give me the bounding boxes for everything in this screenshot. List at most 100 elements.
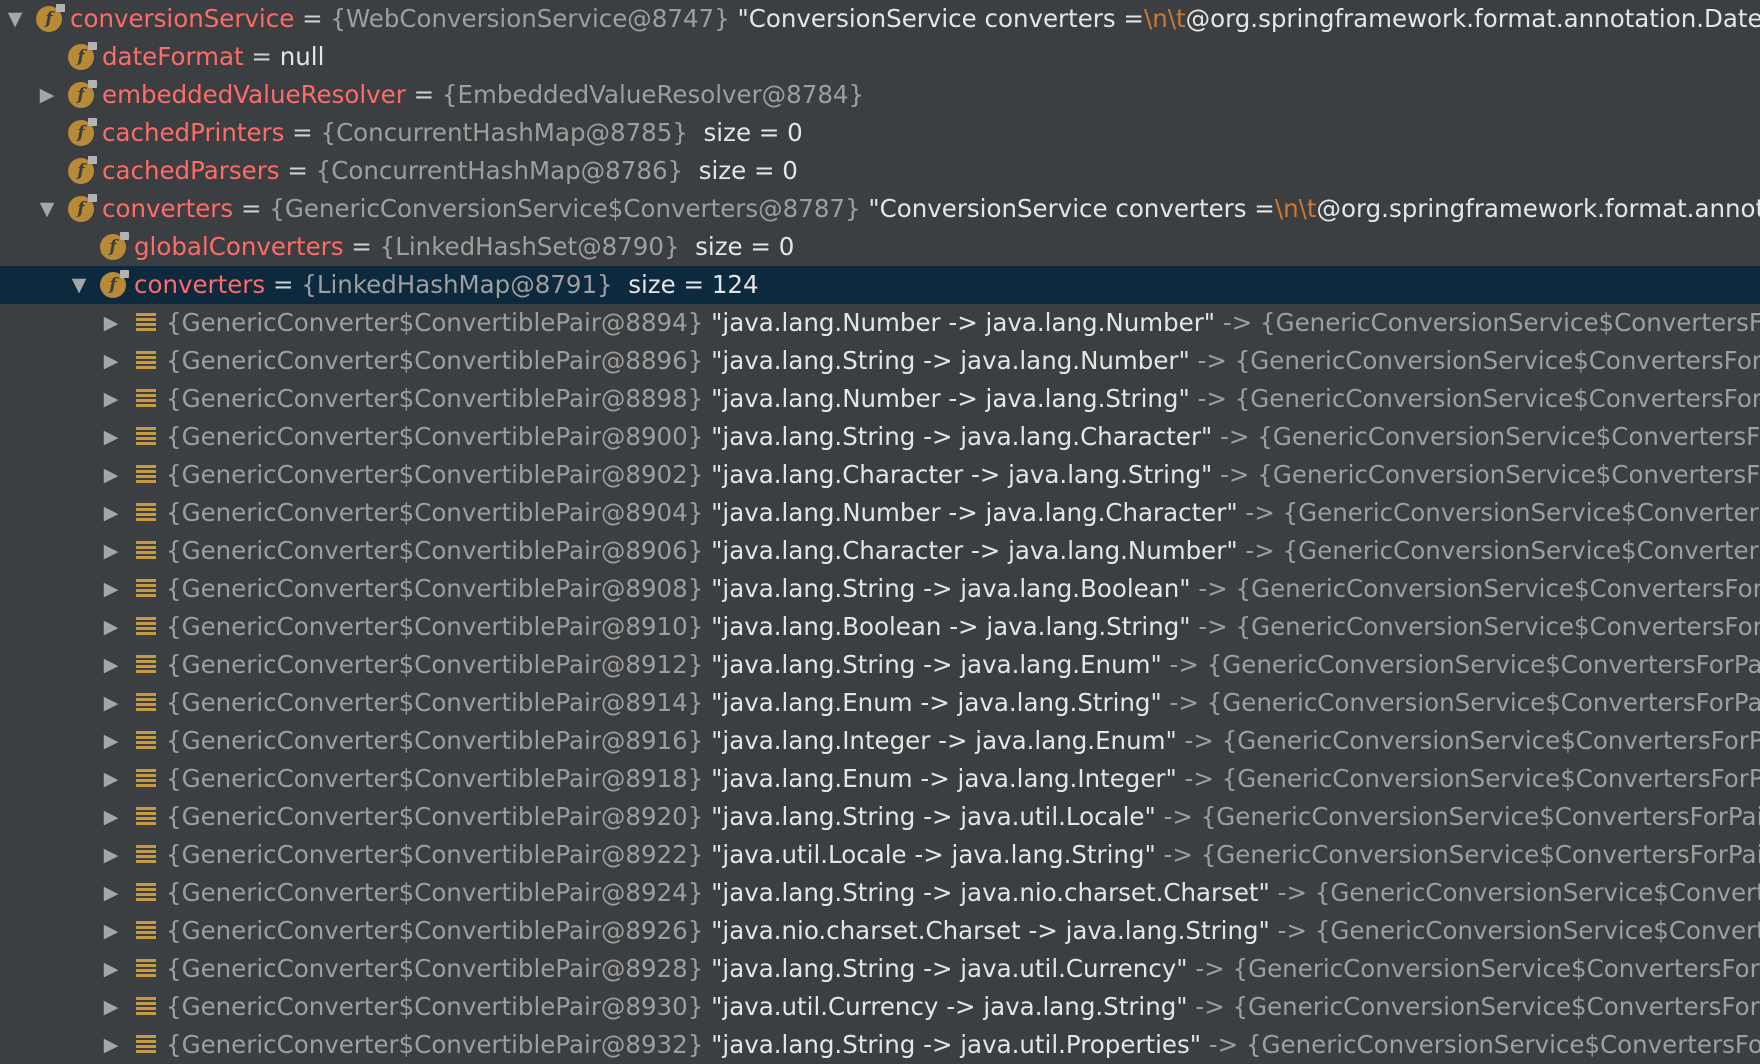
variable-type: {ConcurrentHashMap@8785} (320, 118, 688, 147)
map-entry-row[interactable]: ▶ {GenericConverter$ConvertiblePair@8898… (0, 380, 1760, 418)
entry-key-string: "java.lang.Character -> java.lang.String… (703, 460, 1213, 489)
collapsed-caret-icon[interactable]: ▶ (98, 646, 124, 684)
collapsed-caret-icon[interactable]: ▶ (98, 1026, 124, 1064)
tree-row-cached-parsers[interactable]: f cachedParsers = {ConcurrentHashMap@878… (0, 152, 1760, 190)
field-icon: f (100, 232, 129, 260)
map-entry-row[interactable]: ▶ {GenericConverter$ConvertiblePair@8926… (0, 912, 1760, 950)
variable-text: globalConverters = {LinkedHashSet@8790} … (134, 228, 794, 266)
field-icon: f (68, 156, 97, 184)
map-entry-row[interactable]: ▶ {GenericConverter$ConvertiblePair@8916… (0, 722, 1760, 760)
collapsed-caret-icon[interactable]: ▶ (98, 760, 124, 798)
map-entry-icon (136, 617, 156, 637)
entry-key-string: "java.lang.String -> java.util.Locale" (703, 802, 1156, 831)
collapsed-caret-icon[interactable]: ▶ (98, 418, 124, 456)
map-entry-row[interactable]: ▶ {GenericConverter$ConvertiblePair@8922… (0, 836, 1760, 874)
entry-key-type: {GenericConverter$ConvertiblePair@8922} (166, 840, 704, 869)
entry-value-type: {GenericConversionService$ConvertersForP… (1235, 574, 1760, 603)
tree-row-date-format[interactable]: f dateFormat = null (0, 38, 1760, 76)
entry-key-string: "java.lang.String -> java.lang.Number" (703, 346, 1190, 375)
collapsed-caret-icon[interactable]: ▶ (98, 684, 124, 722)
map-entry-row[interactable]: ▶ {GenericConverter$ConvertiblePair@8900… (0, 418, 1760, 456)
entry-text: {GenericConverter$ConvertiblePair@8922} … (166, 836, 1760, 874)
entry-value-type: {GenericConversionService$ConvertersForP… (1245, 1030, 1760, 1059)
map-entry-row[interactable]: ▶ {GenericConverter$ConvertiblePair@8908… (0, 570, 1760, 608)
map-entry-row[interactable]: ▶ {GenericConverter$ConvertiblePair@8910… (0, 608, 1760, 646)
collapsed-caret-icon[interactable]: ▶ (98, 874, 124, 912)
map-entry-row[interactable]: ▶ {GenericConverter$ConvertiblePair@8914… (0, 684, 1760, 722)
collapsed-caret-icon[interactable]: ▶ (98, 912, 124, 950)
entry-arrow: -> (1190, 612, 1236, 641)
map-entry-row[interactable]: ▶ {GenericConverter$ConvertiblePair@8924… (0, 874, 1760, 912)
collapsed-caret-icon[interactable]: ▶ (98, 380, 124, 418)
tree-row-embedded-value-resolver[interactable]: ▶ f embeddedValueResolver = {EmbeddedVal… (0, 76, 1760, 114)
variable-text: embeddedValueResolver = {EmbeddedValueRe… (102, 76, 864, 114)
entry-arrow: -> (1155, 840, 1201, 869)
expanded-caret-icon[interactable]: ▼ (34, 190, 60, 228)
tree-row-global-converters[interactable]: f globalConverters = {LinkedHashSet@8790… (0, 228, 1760, 266)
entry-key-type: {GenericConverter$ConvertiblePair@8900} (166, 422, 704, 451)
map-entry-row[interactable]: ▶ {GenericConverter$ConvertiblePair@8918… (0, 760, 1760, 798)
collapsed-caret-icon[interactable]: ▶ (34, 76, 60, 114)
field-icon: f (100, 270, 129, 298)
collapsed-caret-icon[interactable]: ▶ (98, 304, 124, 342)
collapsed-caret-icon[interactable]: ▶ (98, 494, 124, 532)
entry-key-type: {GenericConverter$ConvertiblePair@8896} (166, 346, 704, 375)
tree-row-cached-printers[interactable]: f cachedPrinters = {ConcurrentHashMap@87… (0, 114, 1760, 152)
entry-text: {GenericConverter$ConvertiblePair@8932} … (166, 1026, 1760, 1064)
entry-arrow: -> (1237, 498, 1283, 527)
collapsed-caret-icon[interactable]: ▶ (98, 608, 124, 646)
variable-text: dateFormat = null (102, 38, 324, 76)
entry-value-type: {GenericConversionService$ConvertersForP… (1260, 308, 1760, 337)
entry-key-string: "java.lang.String -> java.lang.Character… (703, 422, 1213, 451)
variable-type: {EmbeddedValueResolver@8784} (441, 80, 865, 109)
map-entry-icon (136, 541, 156, 561)
entry-key-type: {GenericConverter$ConvertiblePair@8918} (166, 764, 704, 793)
map-entry-row[interactable]: ▶ {GenericConverter$ConvertiblePair@8920… (0, 798, 1760, 836)
map-entry-row[interactable]: ▶ {GenericConverter$ConvertiblePair@8902… (0, 456, 1760, 494)
collapsed-caret-icon[interactable]: ▶ (98, 988, 124, 1026)
collapsed-caret-icon[interactable]: ▶ (98, 836, 124, 874)
entry-arrow: -> (1269, 878, 1315, 907)
string-value: "ConversionService converters = (729, 4, 1144, 33)
collapsed-caret-icon[interactable]: ▶ (98, 570, 124, 608)
entry-arrow: -> (1161, 688, 1207, 717)
entry-value-type: {GenericConversionService$ConvertersForP… (1235, 612, 1760, 641)
entry-key-type: {GenericConverter$ConvertiblePair@8910} (166, 612, 704, 641)
map-entry-row[interactable]: ▶ {GenericConverter$ConvertiblePair@8896… (0, 342, 1760, 380)
map-entry-icon (136, 807, 156, 827)
entry-value-type: {GenericConversionService$ConvertersForP… (1221, 726, 1760, 755)
collapsed-caret-icon[interactable]: ▶ (98, 950, 124, 988)
collection-size: size = 0 (687, 118, 803, 147)
collapsed-caret-icon[interactable]: ▶ (98, 342, 124, 380)
map-entry-row[interactable]: ▶ {GenericConverter$ConvertiblePair@8912… (0, 646, 1760, 684)
collapsed-caret-icon[interactable]: ▶ (98, 456, 124, 494)
entry-value-type: {GenericConversionService$ConvertersForP… (1206, 688, 1760, 717)
map-entry-row[interactable]: ▶ {GenericConverter$ConvertiblePair@8932… (0, 1026, 1760, 1064)
tree-row-converters-outer[interactable]: ▼ f converters = {GenericConversionServi… (0, 190, 1760, 228)
map-entry-row[interactable]: ▶ {GenericConverter$ConvertiblePair@8930… (0, 988, 1760, 1026)
map-entry-icon (136, 997, 156, 1017)
map-entry-row[interactable]: ▶ {GenericConverter$ConvertiblePair@8904… (0, 494, 1760, 532)
entry-arrow: -> (1187, 992, 1233, 1021)
entry-text: {GenericConverter$ConvertiblePair@8896} … (166, 342, 1760, 380)
entry-key-string: "java.lang.Number -> java.lang.Number" (703, 308, 1216, 337)
collapsed-caret-icon[interactable]: ▶ (98, 722, 124, 760)
entry-text: {GenericConverter$ConvertiblePair@8900} … (166, 418, 1760, 456)
entry-text: {GenericConverter$ConvertiblePair@8906} … (166, 532, 1760, 570)
tree-row-conversion-service[interactable]: ▼ f conversionService = {WebConversionSe… (0, 0, 1760, 38)
collapsed-caret-icon[interactable]: ▶ (98, 798, 124, 836)
map-entry-icon (136, 427, 156, 447)
entry-key-string: "java.nio.charset.Charset -> java.lang.S… (703, 916, 1270, 945)
entry-text: {GenericConverter$ConvertiblePair@8928} … (166, 950, 1760, 988)
entry-text: {GenericConverter$ConvertiblePair@8894} … (166, 304, 1760, 342)
map-entry-row[interactable]: ▶ {GenericConverter$ConvertiblePair@8906… (0, 532, 1760, 570)
field-icon: f (68, 194, 97, 222)
map-entry-row[interactable]: ▶ {GenericConverter$ConvertiblePair@8894… (0, 304, 1760, 342)
expanded-caret-icon[interactable]: ▼ (66, 266, 92, 304)
expanded-caret-icon[interactable]: ▼ (2, 0, 28, 38)
entry-key-string: "java.util.Currency -> java.lang.String" (703, 992, 1188, 1021)
map-entry-row[interactable]: ▶ {GenericConverter$ConvertiblePair@8928… (0, 950, 1760, 988)
tree-row-converters-map-selected[interactable]: ▼ f converters = {LinkedHashMap@8791} si… (0, 266, 1760, 304)
variable-name: dateFormat (102, 42, 244, 71)
collapsed-caret-icon[interactable]: ▶ (98, 532, 124, 570)
